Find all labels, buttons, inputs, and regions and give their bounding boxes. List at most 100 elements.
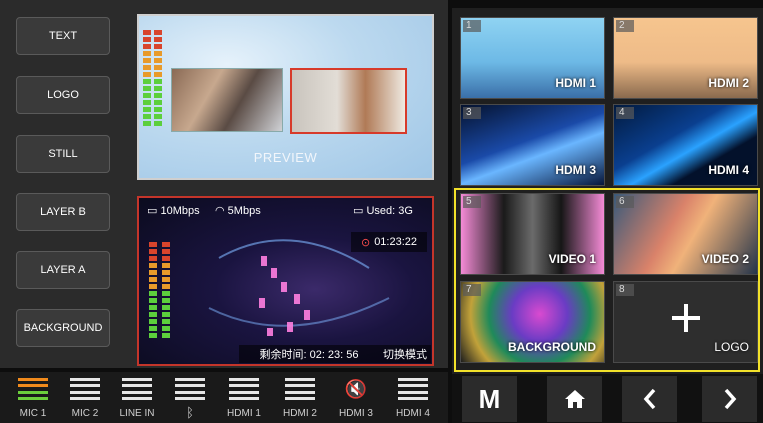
previous-button[interactable] (622, 376, 677, 422)
meter-segment (162, 242, 170, 247)
source-tile-hdmi-3[interactable]: 3 HDMI 3 (460, 104, 605, 186)
tile-number: 6 (616, 196, 634, 208)
remaining-time: 剩余时间: 02: 23: 56 (239, 345, 379, 363)
home-button[interactable] (547, 376, 602, 422)
channel-label: MIC 2 (71, 408, 99, 419)
meter-segment (143, 30, 151, 35)
wifi-status: ◠ 5Mbps (215, 204, 261, 217)
tile-label: HDMI 3 (555, 163, 596, 177)
meter-segment (143, 79, 151, 84)
tile-number: 8 (616, 284, 634, 296)
switch-mode-button[interactable]: 切换模式 (379, 345, 431, 363)
layer-b-button[interactable]: LAYER B (16, 193, 110, 231)
program-video-art (208, 239, 390, 336)
meter-segment (143, 114, 151, 119)
layer-a-button[interactable]: LAYER A (16, 251, 110, 289)
program-level-meter-right (162, 242, 170, 338)
meter-segment (154, 30, 162, 35)
tile-number: 5 (463, 196, 481, 208)
program-level-meter-left (149, 242, 157, 338)
meter-segment (143, 107, 151, 112)
source-tile-hdmi-4[interactable]: 4 HDMI 4 (613, 104, 758, 186)
tile-label: HDMI 2 (708, 76, 749, 90)
meter-segment (162, 319, 170, 324)
meter-segment (154, 114, 162, 119)
tile-label: VIDEO 2 (701, 252, 749, 266)
meter-segment (149, 277, 157, 282)
meter-segment (143, 65, 151, 70)
mixer-icon (285, 378, 315, 400)
meter-segment (154, 93, 162, 98)
meter-segment (154, 79, 162, 84)
audio-channel-bluetooth[interactable]: ᛒ (165, 378, 215, 422)
meter-segment (143, 72, 151, 77)
tile-label: VIDEO 1 (548, 252, 596, 266)
meter-segment (149, 249, 157, 254)
preview-level-meter-right (154, 30, 162, 126)
mixer-icon (229, 378, 259, 400)
next-button[interactable] (702, 376, 757, 422)
channel-label: HDMI 2 (283, 408, 317, 419)
background-layer-button[interactable]: BACKGROUND (16, 309, 110, 347)
source-tile-background[interactable]: 7 BACKGROUND (460, 281, 605, 363)
audio-channel-line-in[interactable]: LINE IN (112, 378, 162, 422)
record-time-text: 01:23:22 (374, 236, 418, 248)
wifi-icon: ◠ (215, 205, 225, 217)
source-tile-hdmi-1[interactable]: 1 HDMI 1 (460, 17, 605, 99)
preview-layer-b-thumbnail[interactable] (290, 68, 407, 134)
audio-channel-mic-2[interactable]: MIC 2 (60, 378, 110, 422)
mixer-icon (122, 378, 152, 400)
meter-segment (162, 305, 170, 310)
mixer-icon (175, 378, 205, 400)
preview-label: PREVIEW (253, 150, 318, 165)
meter-segment (162, 249, 170, 254)
tile-number: 1 (463, 20, 481, 32)
meter-segment (154, 86, 162, 91)
storage-card-icon: ▭ (353, 205, 364, 217)
mixer-active-icon (18, 378, 48, 400)
audio-channel-hdmi-4[interactable]: HDMI 4 (388, 378, 438, 422)
mode-m-button[interactable]: M (462, 376, 517, 422)
tile-number: 7 (463, 284, 481, 296)
tile-number: 2 (616, 20, 634, 32)
meter-segment (143, 100, 151, 105)
source-tile-hdmi-2[interactable]: 2 HDMI 2 (613, 17, 758, 99)
audio-channel-hdmi-1[interactable]: HDMI 1 (219, 378, 269, 422)
meter-segment (162, 298, 170, 303)
storage-used-text: Used: 3G (366, 205, 413, 217)
meter-segment (162, 291, 170, 296)
meter-segment (154, 72, 162, 77)
source-tile-video-1[interactable]: 5 VIDEO 1 (460, 193, 605, 275)
still-layer-button[interactable]: STILL (16, 135, 110, 173)
wifi-rate-text: 5Mbps (227, 205, 261, 217)
program-monitor[interactable]: ▭ 10Mbps ◠ 5Mbps ▭ Used: 3G ⊙ 01:23:22 剩… (137, 196, 434, 366)
tile-label: HDMI 4 (708, 163, 749, 177)
audio-channel-mic-1[interactable]: MIC 1 (8, 378, 58, 422)
channel-label: LINE IN (119, 408, 155, 419)
source-tile-video-2[interactable]: 6 VIDEO 2 (613, 193, 758, 275)
meter-segment (149, 319, 157, 324)
audio-mixer-bar: MIC 1 MIC 2 LINE IN ᛒ HDMI 1 HDMI 2 🔇 HD… (0, 372, 448, 423)
storage-status: ▭ Used: 3G (353, 204, 413, 217)
preview-level-meter-left (143, 30, 151, 126)
meter-segment (149, 326, 157, 331)
channel-label: MIC 1 (19, 408, 47, 419)
meter-segment (162, 333, 170, 338)
source-tile-logo[interactable]: 8 LOGO (613, 281, 758, 363)
meter-segment (162, 284, 170, 289)
logo-layer-button[interactable]: LOGO (16, 76, 110, 114)
meter-segment (143, 93, 151, 98)
meter-segment (149, 263, 157, 268)
add-icon (672, 304, 700, 332)
meter-segment (154, 65, 162, 70)
audio-channel-hdmi-2[interactable]: HDMI 2 (275, 378, 325, 422)
meter-segment (143, 37, 151, 42)
preview-monitor[interactable]: PREVIEW (137, 14, 434, 180)
meter-segment (162, 277, 170, 282)
channel-label: HDMI 1 (227, 408, 261, 419)
chevron-left-icon (643, 388, 655, 410)
audio-channel-hdmi-3[interactable]: 🔇 HDMI 3 (331, 378, 381, 422)
meter-segment (162, 326, 170, 331)
text-layer-button[interactable]: TEXT (16, 17, 110, 55)
tile-label: HDMI 1 (555, 76, 596, 90)
